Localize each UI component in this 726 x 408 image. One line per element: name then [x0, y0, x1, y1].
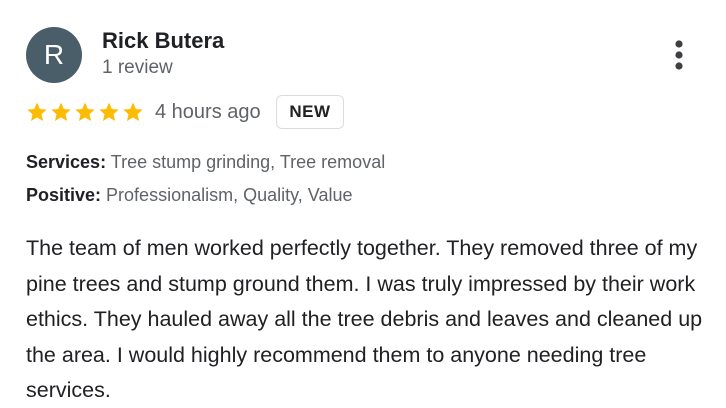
avatar[interactable]: R [26, 27, 82, 83]
positive-row: Positive: Professionalism, Quality, Valu… [26, 185, 352, 206]
more-options-button[interactable] [664, 38, 694, 72]
star-icon [99, 102, 119, 121]
star-icon [51, 102, 71, 121]
review-count: 1 review [102, 57, 173, 78]
services-label: Services: [26, 152, 107, 172]
new-badge: NEW [276, 95, 344, 129]
star-icon [123, 102, 143, 121]
star-icon [75, 102, 95, 121]
review-card: R Rick Butera 1 review 4 hours ago NEW S… [0, 0, 726, 408]
review-text: The team of men worked perfectly togethe… [26, 236, 703, 402]
reviewer-name[interactable]: Rick Butera [102, 28, 224, 54]
positive-value: Professionalism, Quality, Value [106, 185, 353, 205]
star-icon [27, 102, 47, 121]
services-row: Services: Tree stump grinding, Tree remo… [26, 152, 385, 173]
review-time: 4 hours ago [155, 101, 261, 123]
positive-label: Positive: [26, 185, 102, 205]
star-rating [26, 101, 144, 127]
more-vert-icon [675, 40, 683, 70]
services-value: Tree stump grinding, Tree removal [110, 152, 386, 172]
